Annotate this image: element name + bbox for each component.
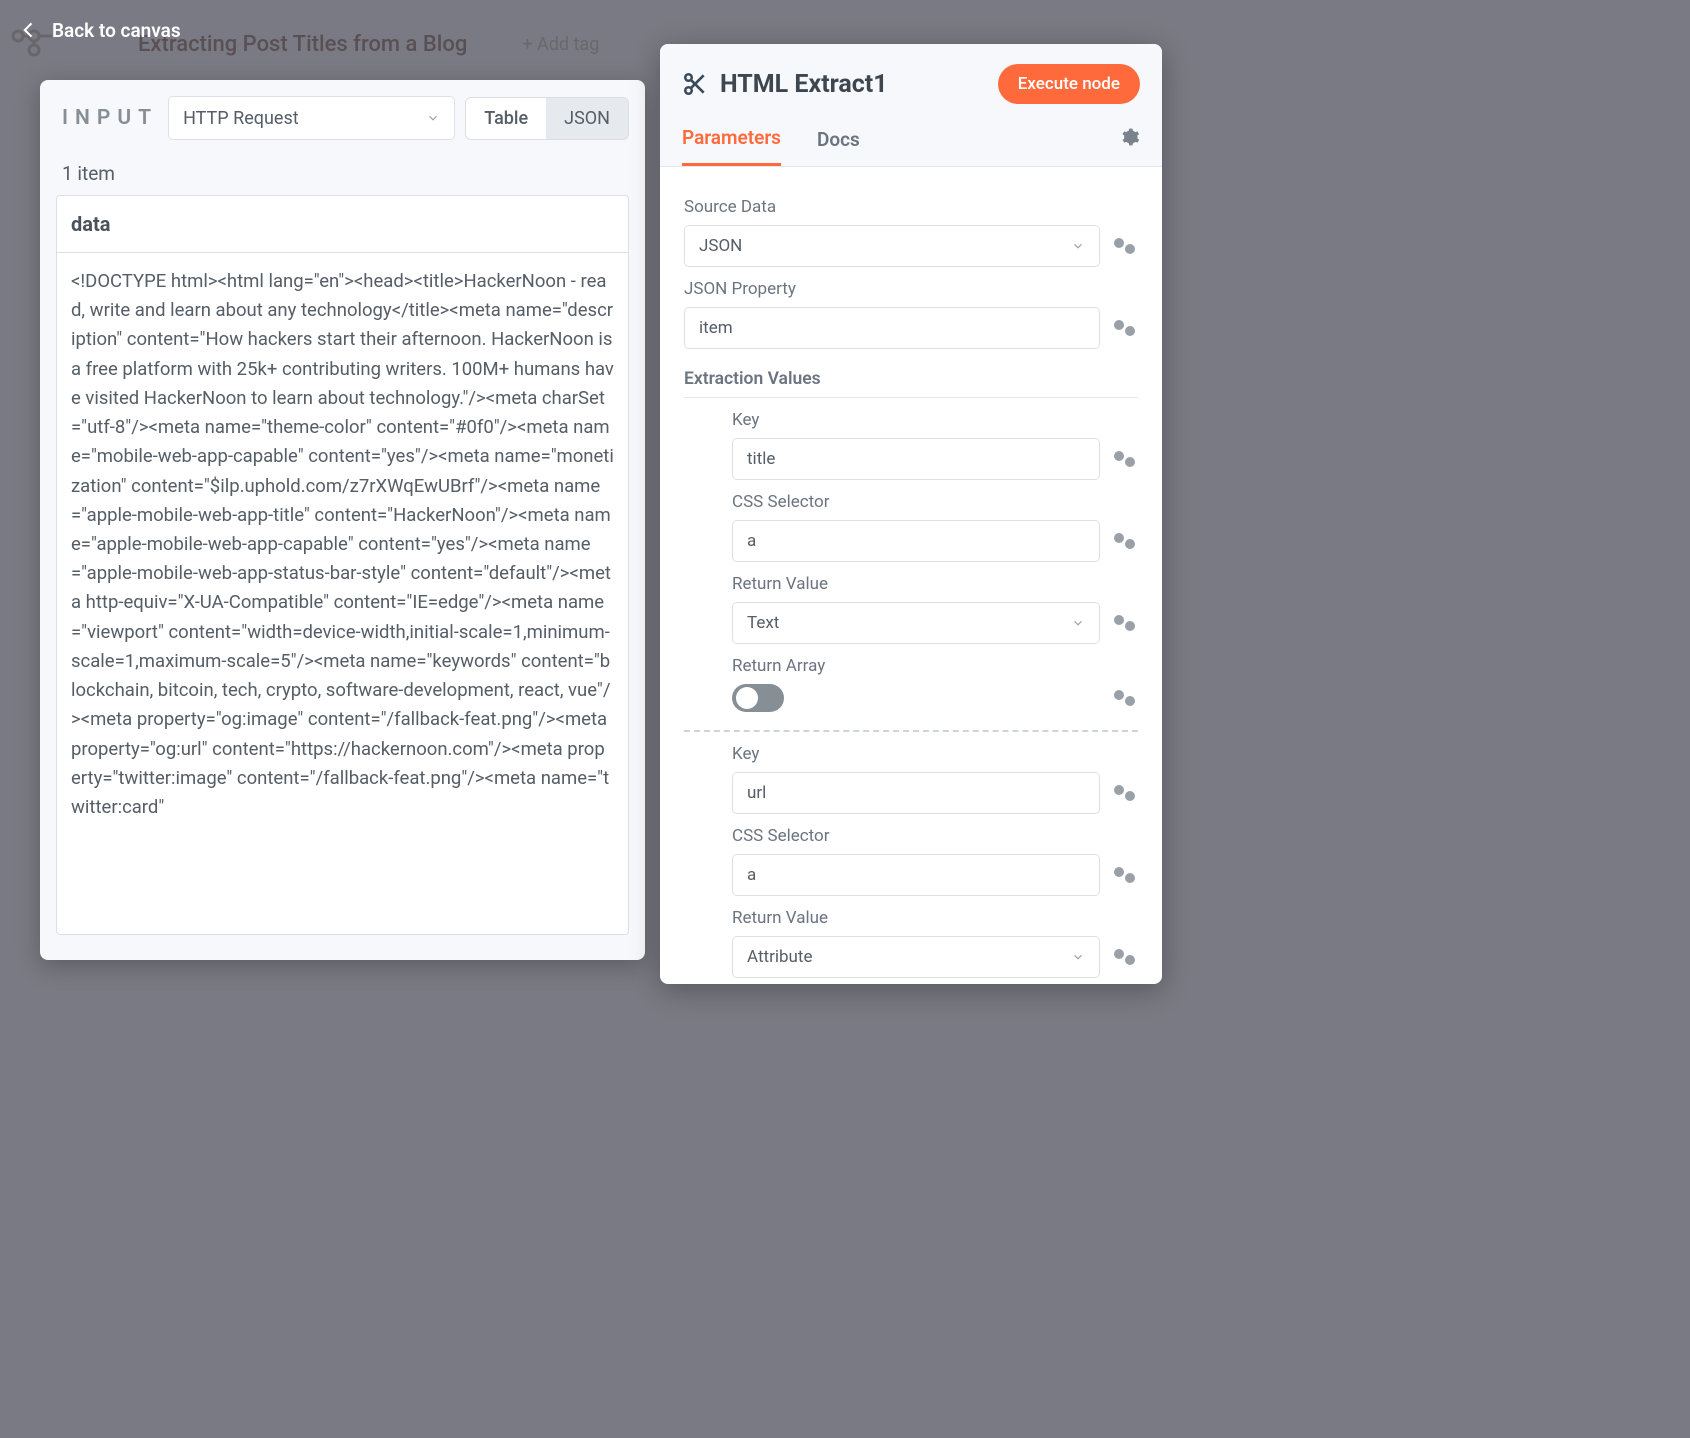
return-value-text: Attribute — [747, 947, 812, 967]
param-options-icon[interactable] — [1112, 236, 1138, 256]
json-property-input[interactable] — [684, 307, 1100, 349]
label-json-property: JSON Property — [684, 279, 1138, 299]
data-cell: <!DOCTYPE html><html lang="en"><head><ti… — [57, 253, 628, 836]
node-settings-panel: HTML Extract1 Execute node Parameters Do… — [660, 44, 1162, 984]
extraction-item: Key CSS Selector Return Value Attribute — [684, 744, 1138, 978]
chevron-down-icon — [1071, 950, 1085, 964]
label-css-selector: CSS Selector — [732, 492, 1138, 512]
return-array-toggle[interactable] — [732, 684, 784, 712]
data-table: data <!DOCTYPE html><html lang="en"><hea… — [56, 195, 629, 935]
return-value-select[interactable]: Text — [732, 602, 1100, 644]
back-arrow-icon[interactable] — [12, 13, 46, 47]
node-title: HTML Extract1 — [720, 70, 998, 99]
chevron-down-icon — [1071, 616, 1085, 630]
source-data-value: JSON — [699, 236, 742, 256]
param-options-icon[interactable] — [1112, 449, 1138, 469]
execute-node-button[interactable]: Execute node — [998, 64, 1140, 104]
view-table-button[interactable]: Table — [466, 98, 546, 139]
label-return-value: Return Value — [732, 908, 1138, 928]
input-label: INPUT — [62, 106, 158, 130]
param-options-icon[interactable] — [1112, 531, 1138, 551]
label-return-array: Return Array — [732, 656, 1138, 676]
input-panel: INPUT HTTP Request Table JSON 1 item dat… — [40, 80, 645, 960]
key-input[interactable] — [732, 438, 1100, 480]
param-options-icon[interactable] — [1112, 865, 1138, 885]
label-extraction-values: Extraction Values — [684, 369, 1138, 398]
css-selector-input[interactable] — [732, 520, 1100, 562]
return-value-text: Text — [747, 613, 779, 633]
extraction-divider — [684, 730, 1138, 732]
view-toggle: Table JSON — [465, 97, 629, 140]
chevron-down-icon — [1071, 239, 1085, 253]
param-options-icon[interactable] — [1112, 688, 1138, 708]
key-input[interactable] — [732, 772, 1100, 814]
css-selector-input[interactable] — [732, 854, 1100, 896]
view-json-button[interactable]: JSON — [546, 98, 628, 139]
label-key: Key — [732, 744, 1138, 764]
data-column-header: data — [57, 196, 628, 253]
source-data-select[interactable]: JSON — [684, 225, 1100, 267]
label-source-data: Source Data — [684, 197, 1138, 217]
tab-docs[interactable]: Docs — [817, 114, 860, 165]
param-options-icon[interactable] — [1112, 947, 1138, 967]
label-return-value: Return Value — [732, 574, 1138, 594]
param-options-icon[interactable] — [1112, 613, 1138, 633]
label-css-selector: CSS Selector — [732, 826, 1138, 846]
param-options-icon[interactable] — [1112, 318, 1138, 338]
workflow-title: Extracting Post Titles from a Blog — [138, 32, 467, 57]
extraction-item: Key CSS Selector Return Value Text Retur… — [684, 410, 1138, 712]
settings-gear-icon[interactable] — [1120, 127, 1140, 151]
scissors-icon — [682, 71, 708, 97]
back-to-canvas-link[interactable]: Back to canvas — [52, 19, 181, 42]
return-value-select[interactable]: Attribute — [732, 936, 1100, 978]
input-source-value: HTTP Request — [183, 108, 299, 129]
input-source-dropdown[interactable]: HTTP Request — [168, 96, 455, 140]
chevron-down-icon — [426, 111, 440, 125]
item-count: 1 item — [40, 140, 645, 195]
param-options-icon[interactable] — [1112, 783, 1138, 803]
add-tag-button[interactable]: + Add tag — [522, 34, 599, 55]
tab-parameters[interactable]: Parameters — [682, 112, 781, 166]
label-key: Key — [732, 410, 1138, 430]
